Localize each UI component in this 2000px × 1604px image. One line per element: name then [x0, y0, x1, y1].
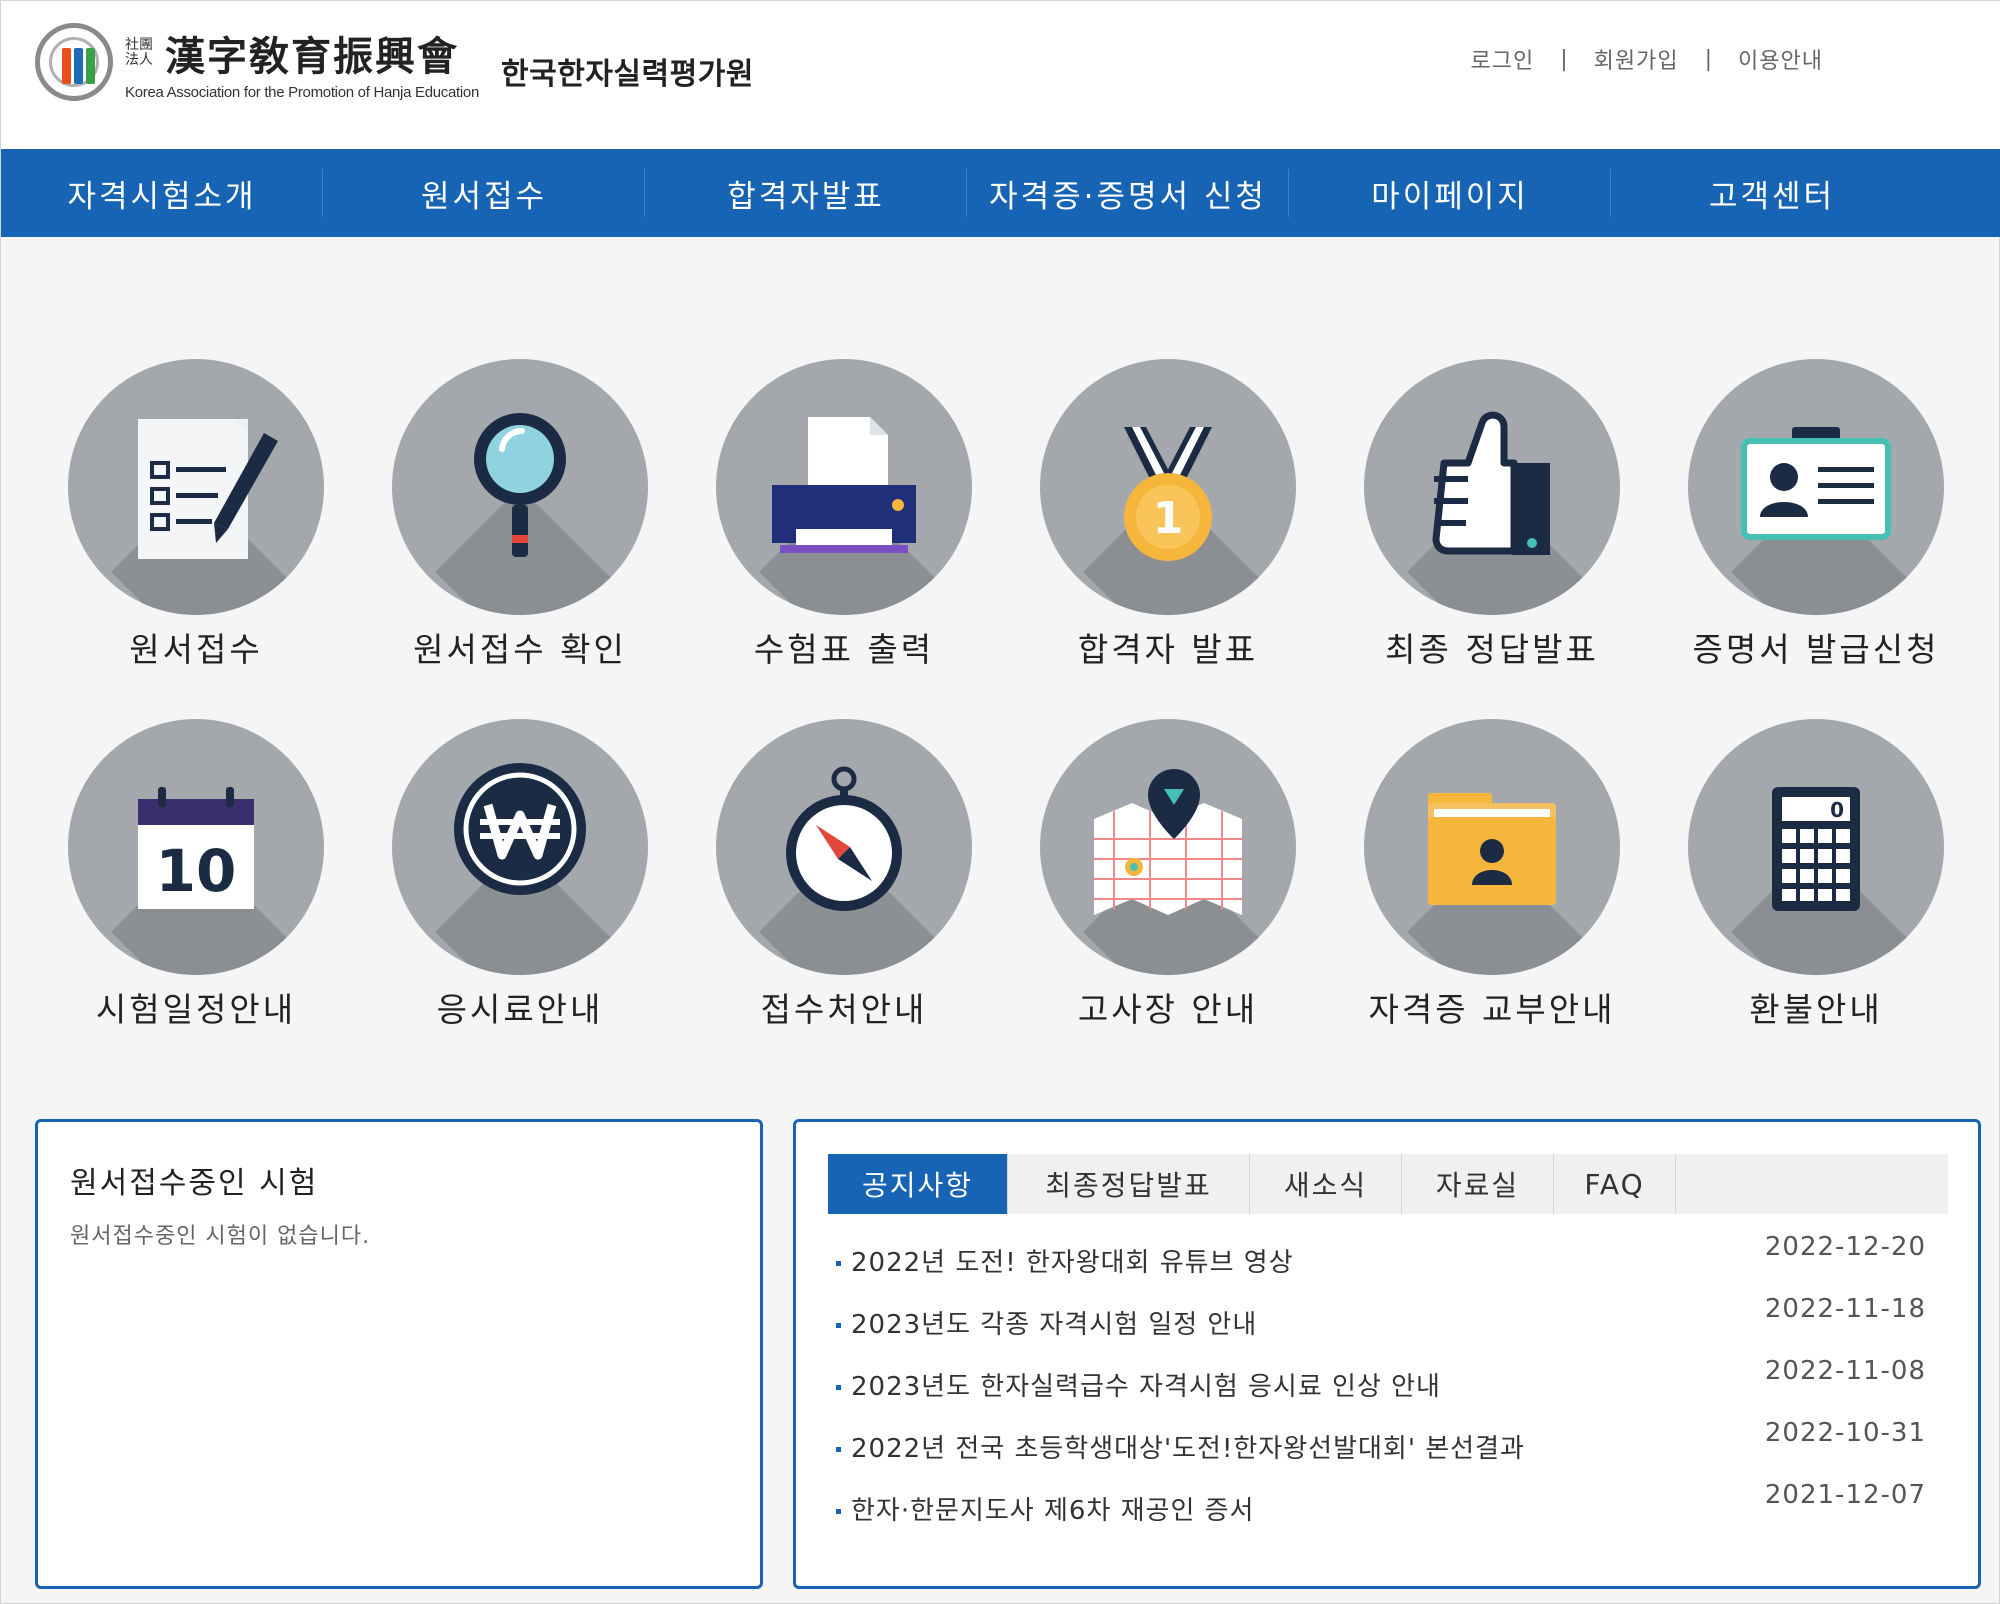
- quick-menu-label: 환불안내: [1749, 990, 1883, 1029]
- quick-menu-exam-schedule[interactable]: 10 시험일정안내: [34, 719, 358, 1031]
- nav-item-results[interactable]: 합격자발표: [645, 149, 967, 237]
- notice-list: 2022년 도전! 한자왕대회 유튜브 영상 2022-12-20 2023년도…: [836, 1232, 1936, 1542]
- tab-final-answers[interactable]: 최종정답발표: [1008, 1154, 1250, 1214]
- logo-emblem-icon: [35, 23, 113, 101]
- signup-link[interactable]: 회원가입: [1594, 43, 1679, 75]
- notice-date: 2022-11-18: [1764, 1294, 1926, 1324]
- empty-message: 원서접수중인 시험이 없습니다.: [70, 1224, 371, 1249]
- calculator-display: 0: [1830, 798, 1844, 822]
- site-header: 社團法人 漢字敎育振興會 Korea Association for the P…: [1, 1, 2000, 149]
- logo-korean-text: 한국한자실력평가원: [501, 57, 754, 92]
- list-item[interactable]: 2022년 도전! 한자왕대회 유튜브 영상 2022-12-20: [836, 1232, 1936, 1294]
- tab-notice[interactable]: 공지사항: [828, 1154, 1008, 1214]
- notice-date: 2022-10-31: [1764, 1418, 1926, 1448]
- quick-menu-label: 자격증 교부안내: [1368, 990, 1616, 1029]
- list-item[interactable]: 한자·한문지도사 제6차 재공인 증서 2021-12-07: [836, 1480, 1936, 1542]
- quick-menu-label: 원서접수 확인: [413, 630, 627, 669]
- id-card-icon: [1741, 427, 1891, 540]
- printer-icon: [772, 417, 916, 553]
- quick-menu-label: 합격자 발표: [1077, 630, 1259, 669]
- notice-title[interactable]: 2023년도 한자실력급수 자격시험 응시료 인상 안내: [836, 1366, 1441, 1403]
- quick-menu-refund[interactable]: 0 환불안내: [1654, 719, 1978, 1031]
- nav-item-application[interactable]: 원서접수: [323, 149, 645, 237]
- thumbs-up-icon: [1432, 411, 1550, 555]
- magnifier-icon: [474, 413, 566, 557]
- quick-menu-application-check[interactable]: 원서접수 확인: [358, 359, 682, 671]
- calculator-icon: 0: [1772, 787, 1860, 911]
- quick-menu-label: 최종 정답발표: [1385, 630, 1599, 669]
- won-coin-icon: [454, 763, 586, 895]
- nav-item-customer-center[interactable]: 고객센터: [1611, 149, 1933, 237]
- main-nav: 자격시험소개 원서접수 합격자발표 자격증·증명서 신청 마이페이지 고객센터: [1, 149, 2000, 237]
- quick-menu-final-answers[interactable]: 최종 정답발표: [1330, 359, 1654, 671]
- site-logo[interactable]: 社團法人 漢字敎育振興會 Korea Association for the P…: [35, 23, 754, 101]
- calendar-number: 10: [156, 837, 237, 905]
- nav-item-certificate[interactable]: 자격증·증명서 신청: [967, 149, 1289, 237]
- compass-icon: [786, 766, 902, 911]
- board-panel: 공지사항 최종정답발표 새소식 자료실 FAQ 2022년 도전! 한자왕대회 …: [793, 1119, 1981, 1589]
- notice-title[interactable]: 2023년도 각종 자격시험 일정 안내: [836, 1304, 1257, 1341]
- quick-menu-label: 고사장 안내: [1077, 990, 1259, 1029]
- logo-hanja-text: 漢字敎育振興會: [165, 32, 459, 80]
- quick-menu-label: 증명서 발급신청: [1692, 630, 1940, 669]
- map-icon: [1094, 769, 1242, 915]
- logo-small-text: 社團法人: [125, 36, 153, 68]
- quick-menu-test-site[interactable]: 고사장 안내: [1006, 719, 1330, 1031]
- tab-news[interactable]: 새소식: [1250, 1154, 1402, 1214]
- quick-menu-label: 시험일정안내: [95, 990, 297, 1029]
- logo-english-text: Korea Association for the Promotion of H…: [125, 83, 480, 101]
- quick-menu-label: 접수처안내: [760, 990, 928, 1029]
- guide-link[interactable]: 이용안내: [1738, 43, 1823, 75]
- medal-number: 1: [1153, 493, 1184, 544]
- notice-title[interactable]: 2022년 도전! 한자왕대회 유튜브 영상: [836, 1242, 1294, 1279]
- list-item[interactable]: 2023년도 각종 자격시험 일정 안내 2022-11-18: [836, 1294, 1936, 1356]
- calendar-icon: 10: [138, 787, 254, 909]
- folder-icon: [1428, 793, 1556, 905]
- utility-links: 로그인 | 회원가입 | 이용안내: [1470, 43, 1823, 75]
- notice-date: 2022-11-08: [1764, 1356, 1926, 1386]
- board-tabs: 공지사항 최종정답발표 새소식 자료실 FAQ: [828, 1154, 1948, 1214]
- application-form-icon: [138, 419, 278, 559]
- quick-menu-certificate-issue[interactable]: 자격증 교부안내: [1330, 719, 1654, 1031]
- list-item[interactable]: 2022년 전국 초등학생대상'도전!한자왕선발대회' 본선결과 2022-10…: [836, 1418, 1936, 1480]
- medal-icon: 1: [1124, 427, 1212, 561]
- quick-menu-pass-results[interactable]: 1 합격자 발표: [1006, 359, 1330, 671]
- quick-menu-application-office[interactable]: 접수처안내: [682, 719, 1006, 1031]
- link-separator: |: [1560, 46, 1568, 72]
- quick-menu-label: 응시료안내: [436, 990, 604, 1029]
- panel-title: 원서접수중인 시험: [70, 1166, 319, 1201]
- quick-menu-admission-ticket[interactable]: 수험표 출력: [682, 359, 1006, 671]
- quick-menu-certificate-request[interactable]: 증명서 발급신청: [1654, 359, 1978, 671]
- notice-date: 2021-12-07: [1764, 1480, 1926, 1510]
- quick-menu-label: 원서접수: [129, 630, 263, 669]
- nav-item-mypage[interactable]: 마이페이지: [1289, 149, 1611, 237]
- tab-faq[interactable]: FAQ: [1554, 1154, 1676, 1214]
- link-separator: |: [1704, 46, 1713, 72]
- login-link[interactable]: 로그인: [1470, 43, 1534, 75]
- notice-title[interactable]: 한자·한문지도사 제6차 재공인 증서: [836, 1490, 1254, 1527]
- notice-date: 2022-12-20: [1764, 1232, 1926, 1262]
- list-item[interactable]: 2023년도 한자실력급수 자격시험 응시료 인상 안내 2022-11-08: [836, 1356, 1936, 1418]
- quick-menu-exam-fee[interactable]: 응시료안내: [358, 719, 682, 1031]
- applying-exams-panel: 원서접수중인 시험 원서접수중인 시험이 없습니다.: [35, 1119, 763, 1589]
- quick-menu-label: 수험표 출력: [753, 630, 935, 669]
- quick-menu-application[interactable]: 원서접수: [34, 359, 358, 671]
- nav-item-exam-intro[interactable]: 자격시험소개: [1, 149, 323, 237]
- notice-title[interactable]: 2022년 전국 초등학생대상'도전!한자왕선발대회' 본선결과: [836, 1428, 1525, 1465]
- tab-archive[interactable]: 자료실: [1402, 1154, 1554, 1214]
